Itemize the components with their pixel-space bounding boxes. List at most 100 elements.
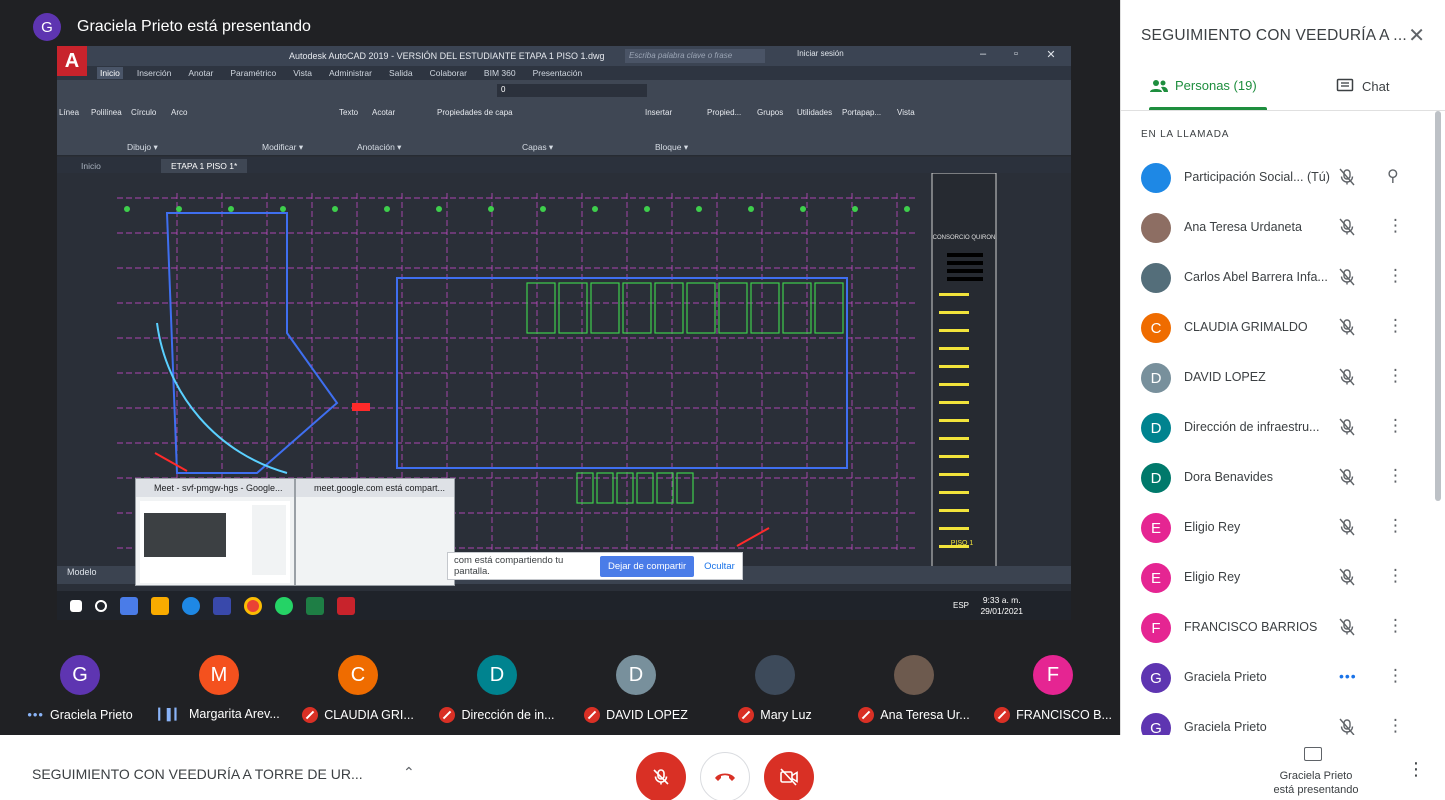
person-row[interactable]: F FRANCISCO BARRIOS ⋮ xyxy=(1121,603,1437,653)
more-options-icon[interactable]: ⋮ xyxy=(1387,666,1404,686)
more-options-icon[interactable]: ⋮ xyxy=(1387,366,1404,386)
ribbon-button-2[interactable]: Círculo xyxy=(131,108,156,117)
ribbon-tab-3[interactable]: Paramétrico xyxy=(227,67,279,79)
ribbon-tab-2[interactable]: Anotar xyxy=(185,67,216,79)
person-row[interactable]: D Dora Benavides ⋮ xyxy=(1121,453,1437,503)
ribbon-button-6[interactable]: Propiedades de capa xyxy=(437,108,513,117)
present-now-icon[interactable] xyxy=(1304,747,1322,761)
participant-tile[interactable]: Ana Teresa Ur... xyxy=(844,650,984,730)
end-call-button[interactable] xyxy=(700,752,750,800)
person-row[interactable]: D DAVID LOPEZ ⋮ xyxy=(1121,353,1437,403)
person-row[interactable]: Carlos Abel Barrera Infa... ⋮ xyxy=(1121,253,1437,303)
app-icon-1[interactable] xyxy=(120,596,138,615)
ribbon-button-7[interactable]: Insertar xyxy=(645,108,672,117)
excel-icon[interactable] xyxy=(306,596,324,615)
participant-tile[interactable]: G ••• Graciela Prieto xyxy=(10,650,150,730)
shared-screen[interactable]: A Autodesk AutoCAD 2019 - VERSIÓN DEL ES… xyxy=(57,46,1071,620)
more-options-icon[interactable]: ⋮ xyxy=(1387,616,1404,636)
ribbon-group-label[interactable]: Dibujo ▾ xyxy=(127,142,158,153)
taskbar-date: 29/01/2021 xyxy=(980,606,1023,616)
more-options-icon[interactable]: ⋮ xyxy=(1387,516,1404,536)
windows-start-icon[interactable] xyxy=(70,599,82,612)
camera-toggle-button[interactable] xyxy=(764,752,814,800)
person-row[interactable]: D Dirección de infraestru... ⋮ xyxy=(1121,403,1437,453)
ribbon-group-label[interactable]: Anotación ▾ xyxy=(357,142,401,153)
title-block-line xyxy=(939,365,969,368)
person-row[interactable]: Participación Social... (Tú) ⚲ xyxy=(1121,153,1437,203)
autocad-login-link[interactable]: Iniciar sesión xyxy=(797,49,844,58)
search-icon[interactable] xyxy=(95,599,107,612)
maximize-icon[interactable]: ▫ xyxy=(1002,48,1030,60)
edge-icon[interactable] xyxy=(182,596,200,615)
chrome-thumbnail-meet[interactable]: Meet - svf-pmgw-hgs - Google... xyxy=(135,478,295,586)
ribbon-tab-6[interactable]: Salida xyxy=(386,67,416,79)
doctab-drawing[interactable]: ETAPA 1 PISO 1* xyxy=(161,159,248,173)
ribbon-button-4[interactable]: Texto xyxy=(339,108,358,117)
ribbon-group-label[interactable]: Capas ▾ xyxy=(522,142,553,153)
ribbon-button-11[interactable]: Portapap... xyxy=(842,108,881,117)
participant-tile[interactable]: D DAVID LOPEZ xyxy=(566,650,706,730)
participant-tile[interactable]: D Dirección de in... xyxy=(427,650,567,730)
ribbon-button-5[interactable]: Acotar xyxy=(372,108,395,117)
more-options-icon[interactable]: ⋮ xyxy=(1387,466,1404,486)
minimize-icon[interactable]: – xyxy=(969,48,997,60)
ribbon-button-12[interactable]: Vista xyxy=(897,108,915,117)
people-list-scrollbar[interactable] xyxy=(1435,111,1441,501)
chrome-thumbnail-share[interactable]: meet.google.com está compart... xyxy=(295,478,455,586)
ribbon-button-10[interactable]: Utilidades xyxy=(797,108,832,117)
ribbon-button-8[interactable]: Propied... xyxy=(707,108,741,117)
pin-icon[interactable]: ⚲ xyxy=(1387,166,1399,186)
ribbon-group-label[interactable]: Bloque ▾ xyxy=(655,142,688,153)
meeting-title[interactable]: SEGUIMIENTO CON VEEDURÍA A TORRE DE UR..… xyxy=(32,766,363,782)
autocad-taskbar-icon[interactable] xyxy=(337,596,355,615)
ribbon-button-9[interactable]: Grupos xyxy=(757,108,783,117)
title-block-redaction xyxy=(947,269,983,273)
person-row[interactable]: G Graciela Prieto ••• ⋮ xyxy=(1121,653,1437,703)
participant-tile[interactable]: F FRANCISCO B... xyxy=(983,650,1123,730)
close-icon[interactable]: ✕ xyxy=(1408,23,1425,48)
taskbar-clock[interactable]: 9:33 a. m. 29/01/2021 xyxy=(980,595,1023,617)
tab-chat[interactable]: Chat xyxy=(1336,78,1389,94)
taskbar-language[interactable]: ESP xyxy=(953,601,969,610)
ribbon-button-3[interactable]: Arco xyxy=(171,108,187,117)
person-row[interactable]: G Graciela Prieto ⋮ xyxy=(1121,703,1437,735)
more-options-icon[interactable]: ⋮ xyxy=(1387,566,1404,586)
file-explorer-icon[interactable] xyxy=(151,596,169,615)
more-options-icon[interactable]: ⋮ xyxy=(1387,266,1404,286)
close-icon[interactable]: ✕ xyxy=(1037,48,1065,61)
microphone-toggle-button[interactable] xyxy=(636,752,686,800)
more-options-icon[interactable]: ⋮ xyxy=(1407,759,1425,780)
doctab-start[interactable]: Inicio xyxy=(71,159,111,173)
person-row[interactable]: Ana Teresa Urdaneta ⋮ xyxy=(1121,203,1437,253)
hide-button[interactable]: Ocultar xyxy=(704,561,735,572)
ribbon-button-0[interactable]: Línea xyxy=(59,108,79,117)
ribbon-tab-5[interactable]: Administrar xyxy=(326,67,375,79)
person-row[interactable]: E Eligio Rey ⋮ xyxy=(1121,503,1437,553)
ribbon-tab-1[interactable]: Inserción xyxy=(134,67,175,79)
layer-dropdown[interactable]: 0 xyxy=(497,84,647,97)
more-options-icon[interactable]: ⋮ xyxy=(1387,216,1404,236)
ribbon-tab-8[interactable]: BIM 360 xyxy=(481,67,519,79)
more-options-icon[interactable]: ⋮ xyxy=(1387,416,1404,436)
tab-people[interactable]: Personas (19) xyxy=(1149,78,1257,93)
ribbon-button-1[interactable]: Polilínea xyxy=(91,108,122,117)
chrome-icon[interactable] xyxy=(244,596,262,615)
stop-sharing-button[interactable]: Dejar de compartir xyxy=(600,555,695,577)
model-tab[interactable]: Modelo xyxy=(67,567,97,577)
person-row[interactable]: E Eligio Rey ⋮ xyxy=(1121,553,1437,603)
autocad-search-input[interactable]: Escriba palabra clave o frase xyxy=(625,49,765,63)
chevron-up-icon[interactable]: ⌃ xyxy=(403,764,415,781)
more-options-icon[interactable]: ⋮ xyxy=(1387,316,1404,336)
ribbon-tab-9[interactable]: Presentación xyxy=(530,67,586,79)
more-options-icon[interactable]: ⋮ xyxy=(1387,716,1404,735)
erp-icon[interactable] xyxy=(213,596,231,615)
whatsapp-icon[interactable] xyxy=(275,596,293,615)
ribbon-tab-7[interactable]: Colaborar xyxy=(427,67,470,79)
ribbon-tab-4[interactable]: Vista xyxy=(290,67,315,79)
ribbon-group-label[interactable]: Modificar ▾ xyxy=(262,142,303,153)
ribbon-tab-0[interactable]: Inicio xyxy=(97,67,123,79)
participant-tile[interactable]: C CLAUDIA GRI... xyxy=(288,650,428,730)
participant-tile[interactable]: M ▎▌▎ Margarita Arev... xyxy=(149,650,289,730)
person-row[interactable]: C CLAUDIA GRIMALDO ⋮ xyxy=(1121,303,1437,353)
participant-tile[interactable]: Mary Luz xyxy=(705,650,845,730)
